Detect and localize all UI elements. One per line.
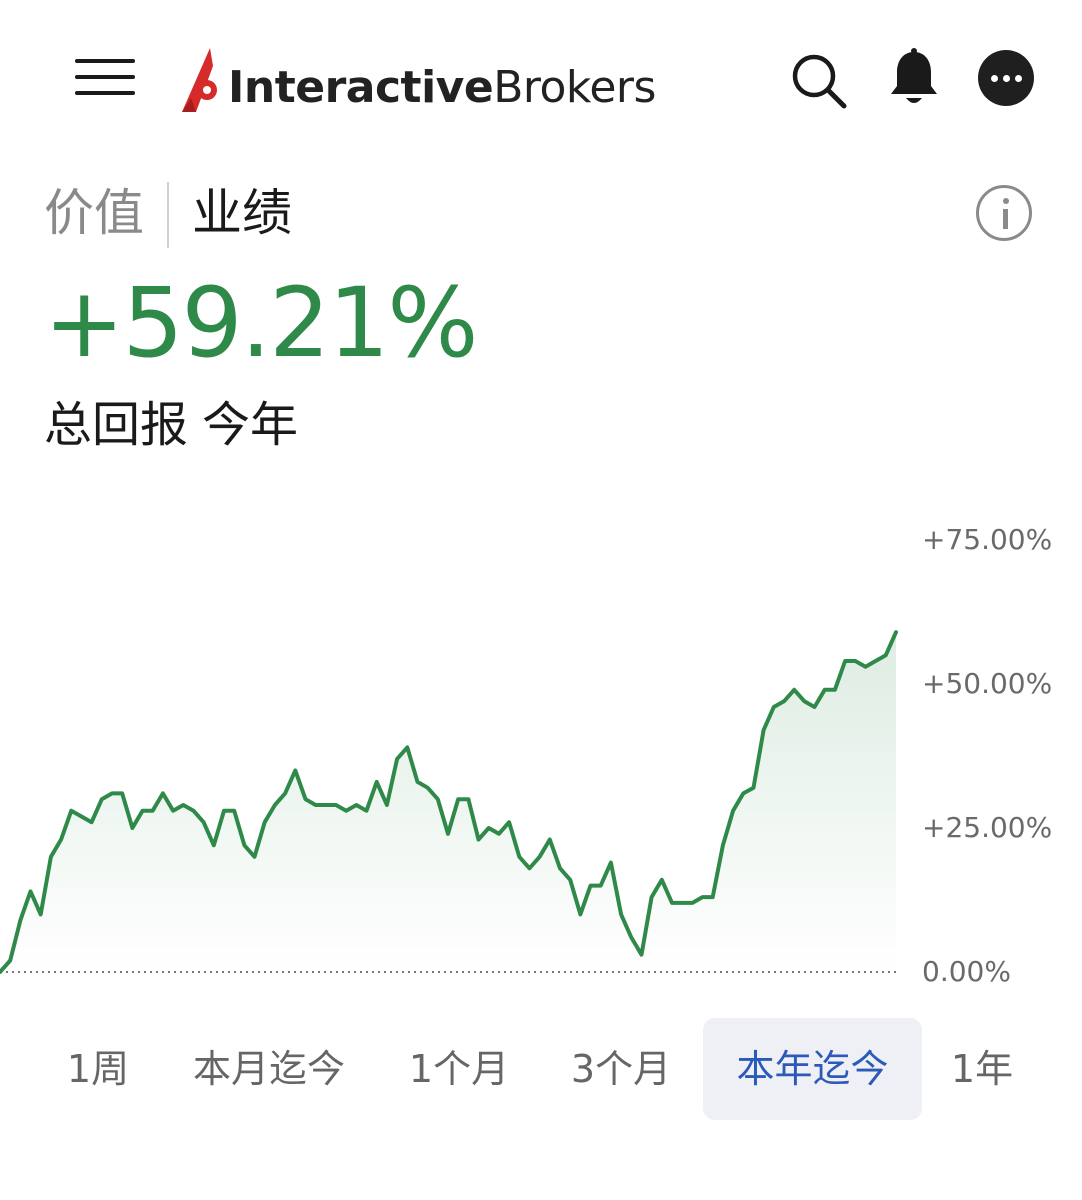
y-tick-label: 0.00% — [922, 955, 1011, 988]
top-bar: InteractiveBrokers — [0, 0, 1082, 150]
menu-icon-line — [75, 59, 135, 63]
menu-icon-line — [75, 91, 135, 95]
range-mtd[interactable]: 本月迄今 — [176, 1018, 362, 1120]
menu-icon-line — [75, 75, 135, 79]
performance-chart[interactable]: +75.00% +50.00% +25.00% 0.00% — [0, 500, 1082, 1000]
more-button[interactable] — [978, 50, 1034, 106]
range-1y[interactable]: 1年 — [936, 1018, 1028, 1120]
brand-logo-mark — [182, 48, 217, 112]
total-return-label: 总回报 今年 — [44, 395, 312, 455]
brand-logo-text: InteractiveBrokers — [228, 62, 656, 113]
total-return-value: +59.21% — [44, 267, 478, 379]
range-1m[interactable]: 1个月 — [390, 1018, 528, 1120]
performance-chart-svg — [0, 630, 898, 974]
series-area — [0, 632, 896, 972]
total-return-label-prefix: 总回报 — [44, 397, 189, 453]
notifications-button[interactable] — [886, 48, 942, 110]
brand-logo[interactable]: InteractiveBrokers — [180, 44, 660, 120]
time-range-selector: 1周 本月迄今 1个月 3个月 本年迄今 1年 — [0, 1018, 1082, 1120]
bell-icon — [891, 48, 937, 103]
y-tick-label: +50.00% — [922, 667, 1053, 700]
y-tick-label: +75.00% — [922, 523, 1053, 556]
search-button[interactable] — [788, 50, 848, 110]
total-return-label-period: 今年 — [202, 397, 299, 453]
search-icon — [792, 54, 847, 109]
y-tick-label: +25.00% — [922, 811, 1053, 844]
range-1w[interactable]: 1周 — [40, 1018, 156, 1120]
tab-value[interactable]: 价值 — [44, 178, 144, 248]
info-button[interactable] — [976, 185, 1032, 241]
range-ytd[interactable]: 本年迄今 — [703, 1018, 922, 1120]
tab-performance[interactable]: 业绩 — [192, 178, 292, 248]
menu-button[interactable] — [70, 55, 140, 103]
tab-divider — [167, 182, 169, 248]
range-3m[interactable]: 3个月 — [552, 1018, 690, 1120]
